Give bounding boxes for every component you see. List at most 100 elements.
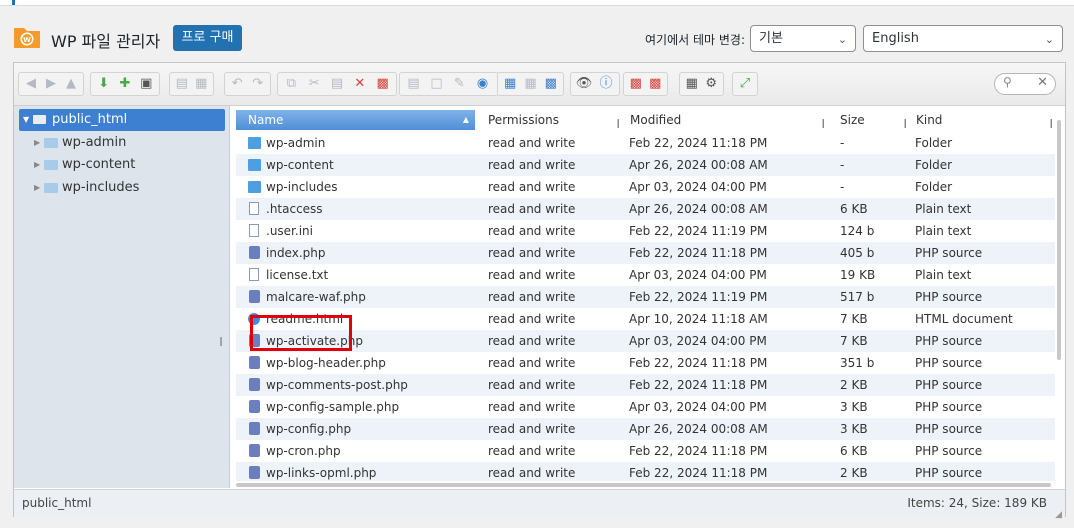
file-kind: Plain text <box>915 268 972 282</box>
expand-right-icon[interactable]: ▶ <box>34 177 40 199</box>
horizontal-scrollbar[interactable] <box>234 481 1054 489</box>
copy-icon[interactable]: ⧉ <box>283 75 301 93</box>
file-row[interactable]: wp-config.php read and write Apr 26, 2024 … <box>236 418 1055 440</box>
search-input[interactable]: ⚲ ✕ <box>994 73 1056 95</box>
open-icon[interactable]: ▤ <box>175 75 190 93</box>
file-row[interactable]: wp-cron.php read and write Feb 22, 2024 11… <box>236 440 1055 462</box>
file-row[interactable]: license.txt read and write Apr 03, 2024 04… <box>236 264 1055 286</box>
resize-icon[interactable]: ◉ <box>474 75 492 93</box>
file-row[interactable]: wp-config-sample.php read and write Apr 03… <box>236 396 1055 418</box>
resize-grip-icon[interactable]: ◢ <box>1055 502 1062 528</box>
rename-icon[interactable]: □ <box>428 75 446 93</box>
info-icon[interactable]: ⓘ <box>598 75 615 93</box>
file-row[interactable]: .user.ini read and write Feb 22, 2024 11:1… <box>236 220 1055 242</box>
new-file-icon[interactable]: ✚ <box>117 75 133 93</box>
file-row[interactable]: wp-admin read and write Feb 22, 2024 11:18… <box>236 132 1055 154</box>
grid-icon[interactable]: ▦ <box>685 75 700 93</box>
php-file-icon <box>249 356 260 369</box>
file-modified: Feb 22, 2024 11:18 PM <box>629 378 768 392</box>
file-modified: Feb 22, 2024 11:18 PM <box>629 136 768 150</box>
file-list: Name ▲ Permissions ❙ Modified ❙ Size ❙ Kind… <box>234 106 1065 488</box>
preview-icon[interactable]: ▩ <box>543 75 558 93</box>
file-row[interactable]: readme.html read and write Apr 10, 2024 11… <box>236 308 1055 330</box>
empty-folder-icon[interactable]: ▩ <box>374 75 392 93</box>
scrollbar-thumb[interactable] <box>236 483 1051 487</box>
vertical-scrollbar[interactable] <box>1054 120 1064 370</box>
column-resize-icon[interactable]: ❙ <box>819 114 827 134</box>
file-row[interactable]: .htaccess read and write Apr 26, 2024 00:0… <box>236 198 1055 220</box>
toolbar-group-clipboard: ⧉ ✂ ▤ ✕ ▩ <box>277 72 397 96</box>
archive-icon[interactable]: ▩ <box>648 75 663 93</box>
upload-icon[interactable]: ⬇ <box>96 75 112 93</box>
file-row[interactable]: wp-includes read and write Apr 03, 2024 04… <box>236 176 1055 198</box>
chevron-down-icon: ⌄ <box>837 33 847 46</box>
back-icon[interactable]: ◀ <box>24 75 39 93</box>
expand-down-icon[interactable]: ▼ <box>23 109 29 131</box>
file-row[interactable]: wp-blog-header.php read and write Feb 22, … <box>236 352 1055 374</box>
file-permissions: read and write <box>488 158 576 172</box>
view-list-icon[interactable]: ▦ <box>523 75 538 93</box>
file-row[interactable]: malcare-waf.php read and write Feb 22, 202… <box>236 286 1055 308</box>
file-row[interactable]: wp-comments-post.php read and write Feb 22… <box>236 374 1055 396</box>
edit-icon[interactable]: ✎ <box>451 75 469 93</box>
file-row[interactable]: index.php read and write Feb 22, 2024 11:1… <box>236 242 1055 264</box>
column-header-name[interactable]: Name ▲ <box>236 110 475 130</box>
save-icon[interactable]: ▣ <box>138 75 154 93</box>
expand-right-icon[interactable]: ▶ <box>34 154 40 176</box>
file-name: .htaccess <box>266 202 323 216</box>
file-name: malcare-waf.php <box>266 290 366 304</box>
toolbar-group-history: ↶ ↷ <box>224 72 271 96</box>
column-header-label: Name <box>248 113 284 127</box>
plugin-header: W WP 파일 관리자 프로 구매 여기에서 테마 변경: 기본 ⌄ Engli… <box>0 6 1074 58</box>
pane-resize-handle[interactable] <box>220 337 222 346</box>
view-icons-icon[interactable]: ▦ <box>503 75 518 93</box>
column-resize-icon[interactable]: ❙ <box>614 114 622 134</box>
undo-icon[interactable]: ↶ <box>230 75 246 93</box>
delete-icon[interactable]: ✕ <box>351 75 369 93</box>
sort-asc-icon: ▲ <box>462 115 469 124</box>
tree-item-wp-admin[interactable]: ▶ wp-admin <box>14 132 229 154</box>
fullscreen-icon[interactable]: ⤢ <box>738 75 753 93</box>
settings-icon[interactable]: ⚙ <box>704 75 719 93</box>
file-row[interactable]: wp-activate.php read and write Apr 03, 202… <box>236 330 1055 352</box>
tree-item-wp-includes[interactable]: ▶ wp-includes <box>14 177 229 199</box>
column-header-size[interactable]: Size ❙ <box>840 110 915 130</box>
theme-select[interactable]: 기본 ⌄ <box>750 25 856 52</box>
file-row[interactable]: wp-content read and write Apr 26, 2024 00:… <box>236 154 1055 176</box>
file-permissions: read and write <box>488 268 576 282</box>
forward-icon[interactable]: ▶ <box>44 75 59 93</box>
paste-icon[interactable]: ▤ <box>328 75 346 93</box>
toolbar-group-navigation: ◀ ▶ ▲ <box>18 72 84 96</box>
php-file-icon <box>249 290 260 303</box>
file-permissions: read and write <box>488 334 576 348</box>
column-header-kind[interactable]: Kind ❙ <box>916 110 1061 130</box>
column-resize-icon[interactable]: ❙ <box>901 114 909 134</box>
buy-pro-button[interactable]: 프로 구매 <box>173 25 242 51</box>
tree-item-wp-content[interactable]: ▶ wp-content <box>14 154 229 176</box>
up-icon[interactable]: ▲ <box>64 75 79 93</box>
folder-tree: ▼ public_html ▶ wp-admin ▶ wp-content ▶ … <box>14 106 230 488</box>
tree-item-label: wp-admin <box>62 135 127 150</box>
extract-icon[interactable]: ▩ <box>629 75 644 93</box>
download-icon[interactable]: ▦ <box>194 75 209 93</box>
clear-search-icon[interactable]: ✕ <box>1037 75 1048 90</box>
toolbar-group-edit: ▤ □ ✎ ◉ <box>399 72 499 96</box>
quicklook-icon[interactable]: 👁 <box>576 75 593 93</box>
column-header-label: Modified <box>630 113 682 127</box>
cut-icon[interactable]: ✂ <box>305 75 323 93</box>
duplicate-icon[interactable]: ▤ <box>405 75 423 93</box>
redo-icon[interactable]: ↷ <box>250 75 266 93</box>
file-kind: Folder <box>915 158 953 172</box>
text-file-icon <box>249 268 259 281</box>
file-kind: PHP source <box>915 444 983 458</box>
column-header-permissions[interactable]: Permissions ❙ <box>488 110 628 130</box>
expand-right-icon[interactable]: ▶ <box>34 132 40 154</box>
scrollbar-thumb[interactable] <box>1057 120 1061 360</box>
language-select[interactable]: English ⌄ <box>863 25 1063 52</box>
tree-root-public-html[interactable]: ▼ public_html <box>19 109 225 131</box>
file-kind: Plain text <box>915 202 972 216</box>
column-header-modified[interactable]: Modified ❙ <box>630 110 833 130</box>
file-size: - <box>840 180 845 194</box>
file-modified: Apr 26, 2024 00:08 AM <box>629 422 768 436</box>
file-name: wp-content <box>266 158 334 172</box>
